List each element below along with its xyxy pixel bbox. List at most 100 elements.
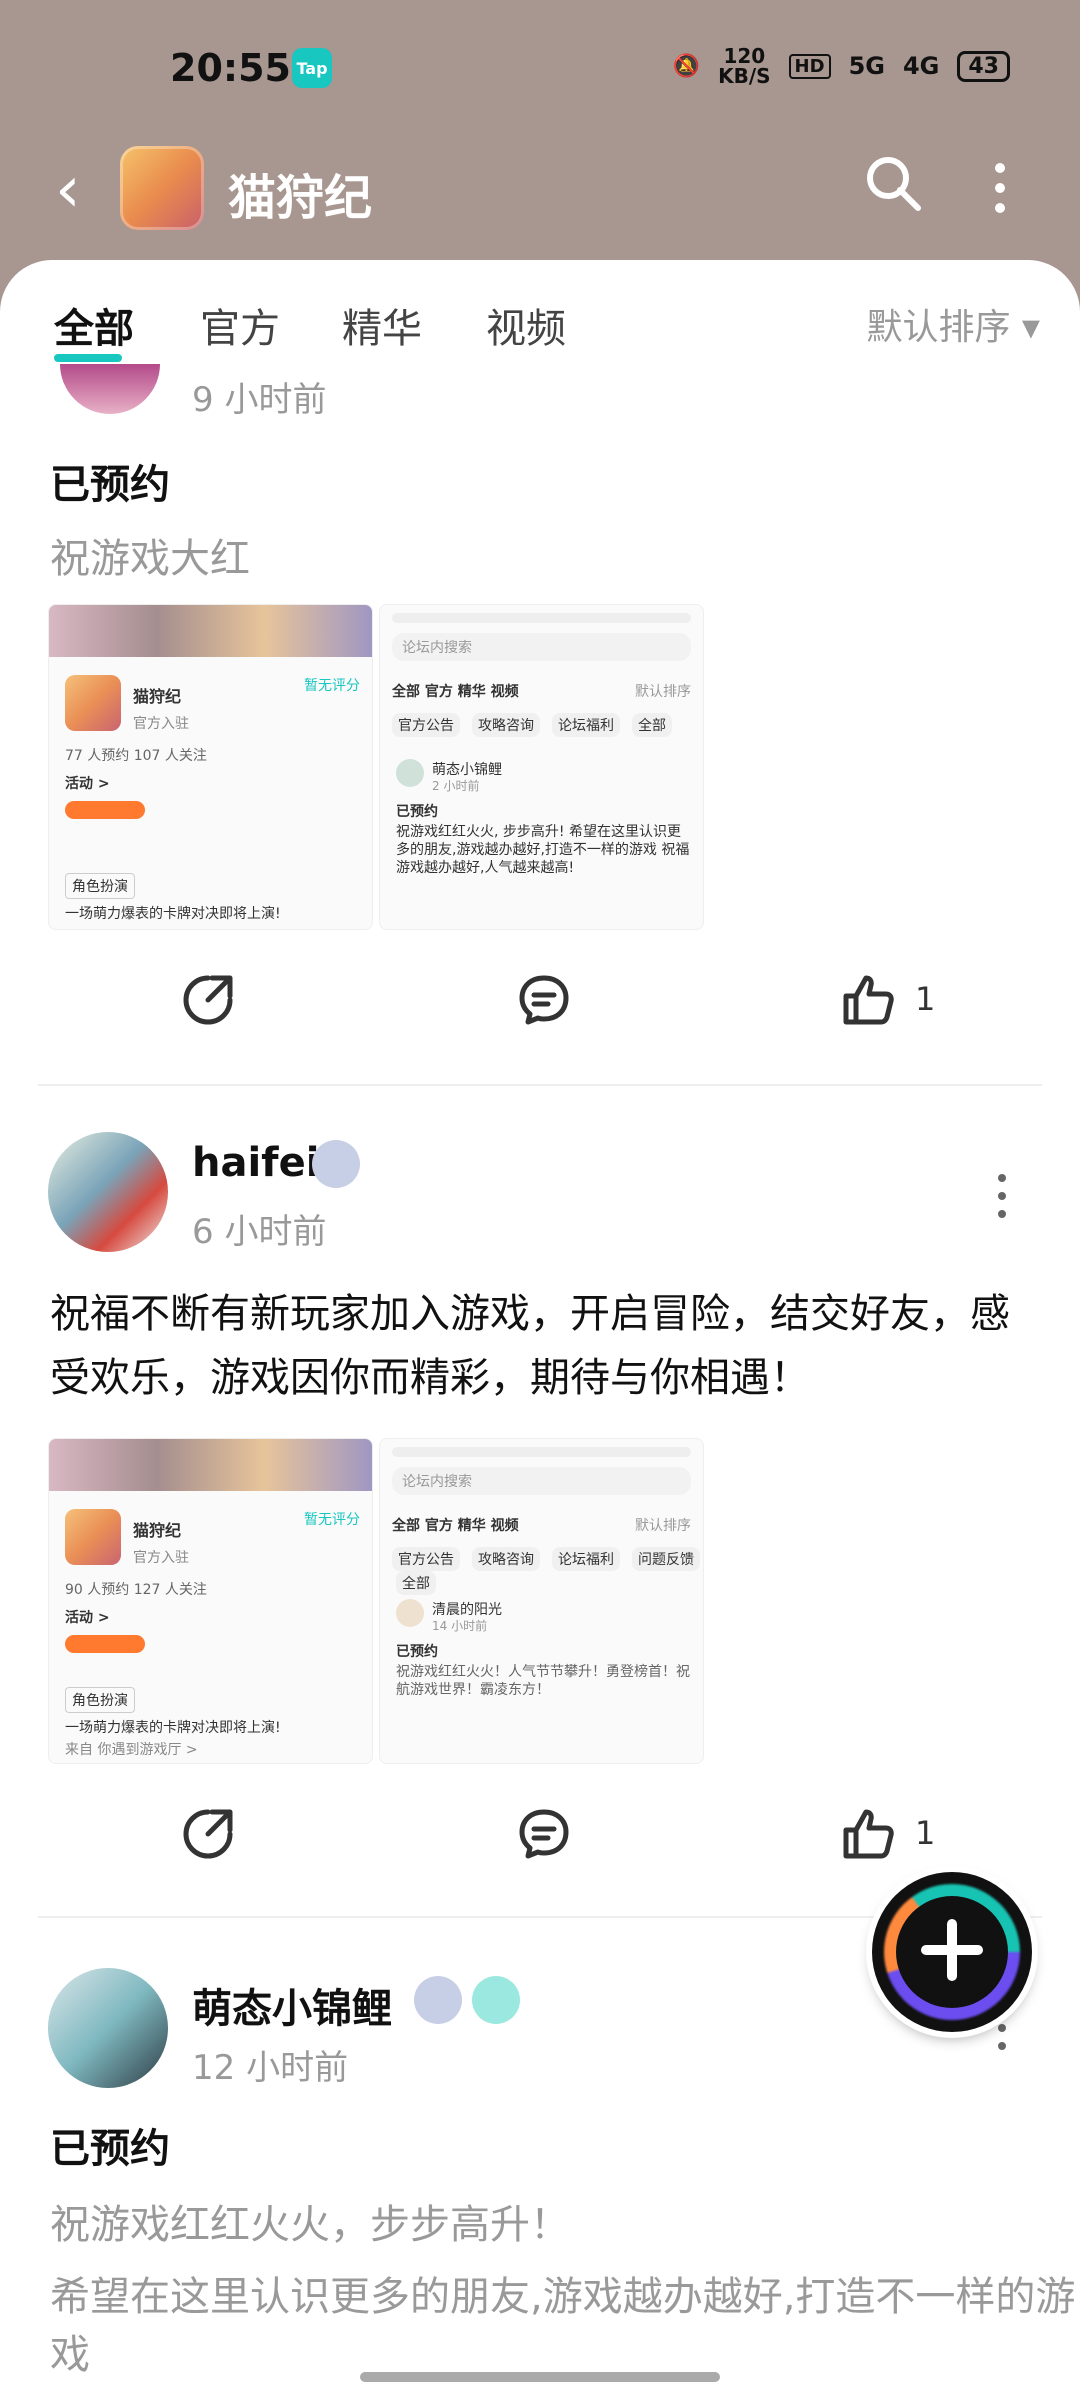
tap-badge-icon xyxy=(472,1976,520,2024)
tab-official[interactable]: 官方 xyxy=(200,296,280,354)
post1-time: 9 小时前 xyxy=(192,380,327,420)
back-icon[interactable]: ‹ xyxy=(55,158,81,222)
tap-app-icon: Tap xyxy=(292,48,332,88)
post1-body: 祝游戏大红 xyxy=(50,536,250,582)
speed-unit: KB/S xyxy=(718,64,771,88)
thumb-chip-5: 全部 xyxy=(396,1571,436,1595)
thumb-event: 活动 > xyxy=(65,1610,110,1626)
sort-label: 默认排序 xyxy=(866,307,1011,348)
thumb-chip-2: 攻略咨询 xyxy=(472,1547,540,1571)
tab-all[interactable]: 全部 xyxy=(54,296,134,362)
thumb-from: 来自 你遇到游戏厅 > xyxy=(65,1742,198,1758)
network-speed: 120 KB/S xyxy=(718,46,770,86)
post1-image-right[interactable]: 论坛内搜索 全部 官方 精华 视频 默认排序 官方公告 攻略咨询 论坛福利 全部… xyxy=(379,604,704,930)
thumb-desc: 一场萌力爆表的卡牌对决即将上演! xyxy=(65,906,281,922)
mute-icon: 🔕 xyxy=(672,53,701,79)
comment-icon[interactable] xyxy=(516,972,572,1028)
like-count: 1 xyxy=(915,1814,936,1852)
thumb-chip-3: 论坛福利 xyxy=(552,713,620,737)
post1-actions: 1 xyxy=(0,960,1080,1040)
post2-body: 祝福不断有新玩家加入游戏，开启冒险，结交好友，感受欢乐，游戏因你而精彩，期待与你… xyxy=(50,1291,1010,1401)
game-icon xyxy=(65,1509,121,1565)
post3-line1: 祝游戏红红火火，步步高升！ xyxy=(50,2202,570,2248)
post2-actions: 1 xyxy=(0,1794,1080,1874)
thumb-chip-1: 官方公告 xyxy=(392,713,460,737)
post2-time: 6 小时前 xyxy=(192,1212,327,1252)
thumb-search: 论坛内搜索 xyxy=(392,1467,691,1495)
like-count: 1 xyxy=(915,980,936,1018)
thumb-text: 祝游戏红红火火！人气节节攀升！勇登榜首！祝航游戏世界！霸凌东方！ xyxy=(396,1664,690,1698)
like-icon[interactable] xyxy=(840,972,896,1028)
share-icon[interactable] xyxy=(180,1806,236,1862)
status-time: 20:55 xyxy=(170,46,291,90)
thumb-stats: 90 人预约 127 人关注 xyxy=(65,1582,207,1598)
content-sheet: 全部 官方 精华 视频 默认排序 ▾ 9 小时前 已预约 祝游戏大红 猫狩纪 官… xyxy=(0,260,1080,2400)
banner-art xyxy=(49,1439,372,1491)
thumb-user: 萌态小锦鲤 xyxy=(432,762,502,778)
thumb-user-avatar xyxy=(396,1599,424,1627)
thumb-sort: 默认排序 xyxy=(635,684,691,700)
thumb-tag: 角色扮演 xyxy=(65,1687,135,1713)
tab-bar: 全部 官方 精华 视频 默认排序 ▾ xyxy=(0,260,1080,364)
thumb-time: 14 小时前 xyxy=(432,1619,488,1633)
post2-username[interactable]: haifei xyxy=(192,1140,319,1186)
speed-value: 120 xyxy=(723,44,766,68)
signal-5g-icon: 5G xyxy=(848,52,885,80)
divider xyxy=(38,1084,1042,1086)
thumb-search: 论坛内搜索 xyxy=(392,633,691,661)
thumb-post-title: 已预约 xyxy=(396,804,438,820)
home-indicator[interactable] xyxy=(360,2372,720,2382)
hd-icon: HD xyxy=(788,53,831,79)
tab-featured[interactable]: 精华 xyxy=(342,296,422,354)
thumb-time: 2 小时前 xyxy=(432,779,480,793)
app-avatar[interactable] xyxy=(120,146,204,230)
top-bar: ‹ 猫狩纪 xyxy=(0,140,1080,260)
thumb-title: 猫狩纪 xyxy=(133,1521,182,1540)
comment-icon[interactable] xyxy=(516,1806,572,1862)
verified-badge-icon xyxy=(414,1976,462,2024)
post3-title: 已预约 xyxy=(50,2126,170,2172)
thumb-tabs: 全部 官方 精华 视频 xyxy=(392,1518,519,1534)
search-icon[interactable] xyxy=(860,150,924,214)
thumb-sort: 默认排序 xyxy=(635,1518,691,1534)
post2-images: 猫狩纪 官方入驻 暂无评分 90 人预约 127 人关注 活动 > 角色扮演 一… xyxy=(48,1438,704,1764)
chevron-down-icon: ▾ xyxy=(1021,307,1040,348)
post2-more-icon[interactable] xyxy=(996,1172,1008,1220)
status-icons: 🔕 120 KB/S HD 5G 4G 43 xyxy=(673,46,1010,86)
post3-line2: 希望在这里认识更多的朋友,游戏越办越好,打造不一样的游戏 xyxy=(50,2274,1076,2378)
thumb-post-title: 已预约 xyxy=(396,1644,438,1660)
plus-icon xyxy=(921,1919,983,1981)
post1-images: 猫狩纪 官方入驻 暂无评分 77 人预约 107 人关注 活动 > 角色扮演 一… xyxy=(48,604,704,930)
post1-image-left[interactable]: 猫狩纪 官方入驻 暂无评分 77 人预约 107 人关注 活动 > 角色扮演 一… xyxy=(48,604,373,930)
thumb-line xyxy=(392,1447,691,1457)
signal-4g-icon: 4G xyxy=(902,52,940,80)
like-icon[interactable] xyxy=(840,1806,896,1862)
tab-video[interactable]: 视频 xyxy=(486,296,566,354)
post3-username[interactable]: 萌态小锦鲤 xyxy=(192,1976,392,2034)
thumb-chip-1: 官方公告 xyxy=(392,1547,460,1571)
thumb-tag: 角色扮演 xyxy=(65,873,135,899)
thumb-line xyxy=(392,613,691,623)
thumb-score: 暂无评分 xyxy=(304,1512,360,1528)
thumb-user: 清晨的阳光 xyxy=(432,1602,502,1618)
sort-dropdown[interactable]: 默认排序 ▾ xyxy=(866,298,1040,350)
event-badge xyxy=(65,1635,145,1653)
post1-title: 已预约 xyxy=(50,462,170,508)
thumb-event: 活动 > xyxy=(65,776,110,792)
verified-badge-icon xyxy=(312,1140,360,1188)
game-icon xyxy=(65,675,121,731)
thumb-tabs: 全部 官方 精华 视频 xyxy=(392,684,519,700)
thumb-chip-2: 攻略咨询 xyxy=(472,713,540,737)
post1-avatar[interactable] xyxy=(60,364,160,414)
post2-image-right[interactable]: 论坛内搜索 全部 官方 精华 视频 默认排序 官方公告 攻略咨询 论坛福利 问题… xyxy=(379,1438,704,1764)
post3-avatar[interactable] xyxy=(48,1968,168,2088)
thumb-sub: 官方入驻 xyxy=(133,716,189,732)
banner-art xyxy=(49,605,372,657)
share-icon[interactable] xyxy=(180,972,236,1028)
post2-image-left[interactable]: 猫狩纪 官方入驻 暂无评分 90 人预约 127 人关注 活动 > 角色扮演 一… xyxy=(48,1438,373,1764)
event-badge xyxy=(65,801,145,819)
more-icon[interactable] xyxy=(990,158,1010,218)
thumb-user-avatar xyxy=(396,759,424,787)
post2-avatar[interactable] xyxy=(48,1132,168,1252)
battery-icon: 43 xyxy=(957,50,1010,82)
